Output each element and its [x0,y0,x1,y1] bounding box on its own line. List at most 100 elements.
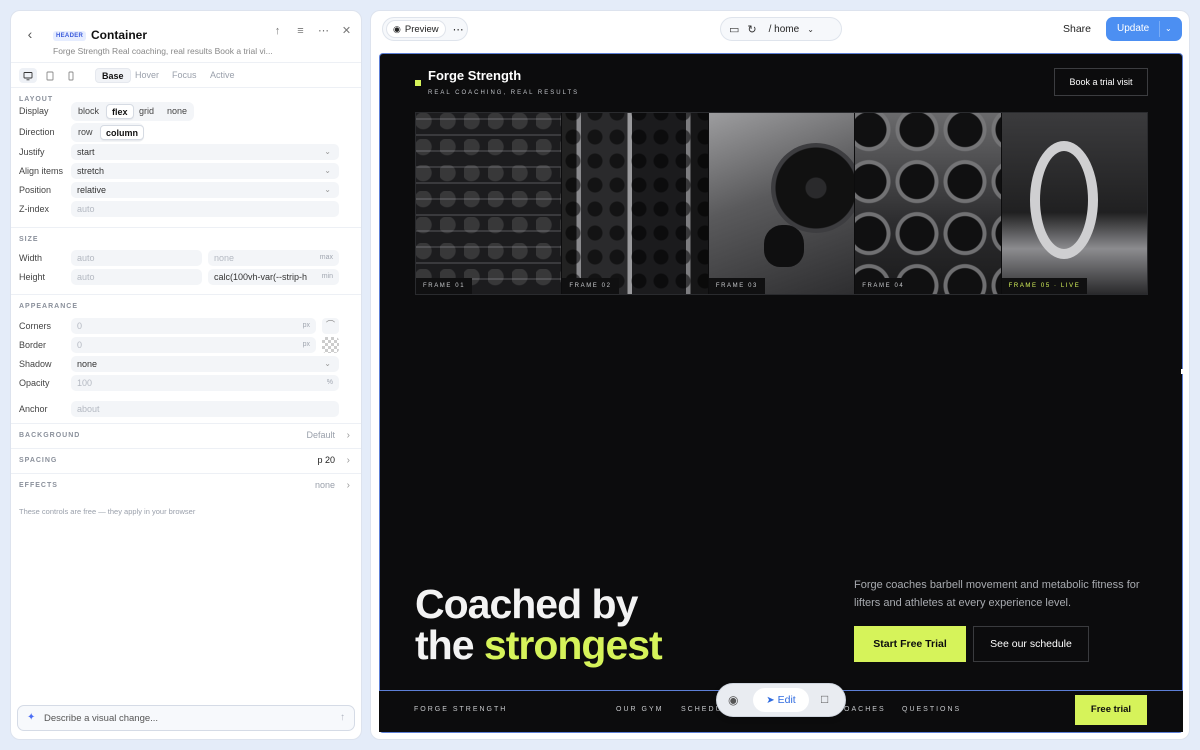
inspector-header: ‹ HEADER Container Forge Strength Real c… [11,11,361,63]
display-flex-option[interactable]: flex [106,104,134,119]
tab-hover[interactable]: Hover [129,68,165,83]
book-trial-button[interactable]: Book a trial visit [1054,68,1148,96]
frame-5-image: FRAME 05 · LIVE [1001,113,1148,294]
shadow-select[interactable]: none ⌄ [71,356,339,372]
more-icon[interactable]: ⋯ [317,25,330,38]
nav-questions[interactable]: QUESTIONS [902,706,961,713]
share-button[interactable]: Share [1063,23,1091,35]
corners-label: Corners [19,321,52,331]
justify-select[interactable]: start ⌄ [71,144,339,160]
height-input[interactable]: auto [71,269,202,285]
resize-handle[interactable] [1181,369,1185,374]
route-selector[interactable]: / home [769,24,800,35]
edit-mode-button[interactable]: ➤ Edit [753,688,809,712]
min-height-value: calc(100vh-var(--strip-h [214,272,308,282]
zindex-label: Z-index [19,204,50,214]
visual-change-input[interactable]: ✦ Describe a visual change... ↑ [17,705,355,731]
free-trial-button[interactable]: Free trial [1075,695,1147,725]
tablet-icon[interactable] [41,68,59,83]
zindex-placeholder: auto [77,204,95,214]
max-width-input[interactable]: none max [208,250,339,266]
shadow-label: Shadow [19,359,52,369]
state-bar: Base Hover Focus Active [11,63,361,88]
close-icon[interactable]: ✕ [340,25,353,38]
route-bar: ▭ ↻ / home ⌄ [720,17,842,41]
divider [11,423,361,424]
footer-brand[interactable]: FORGE STRENGTH [414,706,507,713]
min-unit: min [321,273,333,280]
layers-icon[interactable]: ≡ [294,25,307,38]
frame-2-image: FRAME 02 [562,113,708,294]
preview-button[interactable]: ◉ Preview [386,20,446,38]
start-free-trial-button[interactable]: Start Free Trial [854,626,966,662]
display-grid-option[interactable]: grid [134,104,159,119]
height-value: auto [77,272,95,282]
opacity-input[interactable]: 100 % [71,375,339,391]
preview-label: Preview [404,23,439,35]
zindex-input[interactable]: auto [71,201,339,217]
anchor-input[interactable]: about [71,401,339,417]
desktop-icon[interactable] [19,68,37,83]
spacing-value: p 20 [317,455,335,465]
eye-icon[interactable]: ◉ [728,693,738,707]
size-section-title: SIZE [19,236,39,243]
chevron-down-icon[interactable]: ⌄ [1165,17,1172,41]
frame-4-image: FRAME 04 [855,113,1001,294]
element-title: Container [91,28,148,42]
min-height-input[interactable]: calc(100vh-var(--strip-h min [208,269,339,285]
site-header-container[interactable]: Forge Strength REAL COACHING, REAL RESUL… [379,53,1183,733]
border-color-swatch[interactable] [322,337,339,353]
see-schedule-button[interactable]: See our schedule [973,626,1089,662]
back-icon[interactable]: ‹ [21,25,39,43]
refresh-icon[interactable]: ↻ [747,23,756,36]
more-icon[interactable]: ⋯ [453,23,464,36]
direction-column-option[interactable]: column [100,125,145,140]
opacity-label: Opacity [19,378,50,388]
align-items-label: Align items [19,166,64,176]
chevron-down-icon: ⌄ [324,147,331,156]
corner-radius-icon[interactable]: ⌒ [322,318,339,334]
border-input[interactable]: 0 px [71,337,316,353]
machine-texture [562,113,708,294]
display-block-option[interactable]: block [73,104,104,119]
position-label: Position [19,185,52,195]
chevron-down-icon[interactable]: ⌄ [807,25,814,34]
direction-row-option[interactable]: row [73,125,98,140]
display-label: Display [19,106,49,116]
chevron-down-icon: ⌄ [324,359,331,368]
corners-input[interactable]: 0 px [71,318,316,334]
divider [11,448,361,449]
tab-base[interactable]: Base [95,68,131,83]
frame-label: FRAME 02 [562,278,619,294]
hero-description: Forge coaches barbell movement and metab… [854,579,1140,609]
frame-3-image: FRAME 03 [708,113,855,294]
effects-label: EFFECTS [19,482,58,489]
align-items-select[interactable]: stretch ⌄ [71,163,339,179]
chevron-down-icon: ⌄ [324,185,331,194]
desktop-icon[interactable]: ▭ [729,23,739,36]
preview-stage: ◉ Preview ⋯ ▭ ↻ / home ⌄ Share Update ⌄ … [370,10,1190,740]
chevron-right-icon: › [346,455,350,466]
brand-name[interactable]: Forge Strength [428,68,521,83]
tab-active[interactable]: Active [204,68,241,83]
arrow-up-icon[interactable]: ↑ [271,25,284,38]
mode-toolbar: ◉ ➤ Edit □ [716,683,846,717]
comment-icon[interactable]: □ [821,692,828,706]
divider [11,473,361,474]
mobile-icon[interactable] [62,68,80,83]
preview-toolbar: ◉ Preview ⋯ [382,17,468,41]
position-select[interactable]: relative ⌄ [71,182,339,198]
display-none-option[interactable]: none [162,104,192,119]
spacing-label: SPACING [19,457,58,464]
nav-our-gym[interactable]: OUR GYM [616,706,663,713]
divider [11,227,361,228]
send-icon[interactable]: ↑ [340,712,345,723]
chevron-right-icon: › [346,480,350,491]
tab-focus[interactable]: Focus [166,68,203,83]
width-input[interactable]: auto [71,250,202,266]
inspector-panel: ‹ HEADER Container Forge Strength Real c… [10,10,362,740]
corners-value: 0 [77,321,83,331]
update-button[interactable]: Update ⌄ [1106,17,1182,41]
width-value: auto [77,253,95,263]
edit-label: Edit [777,694,796,706]
